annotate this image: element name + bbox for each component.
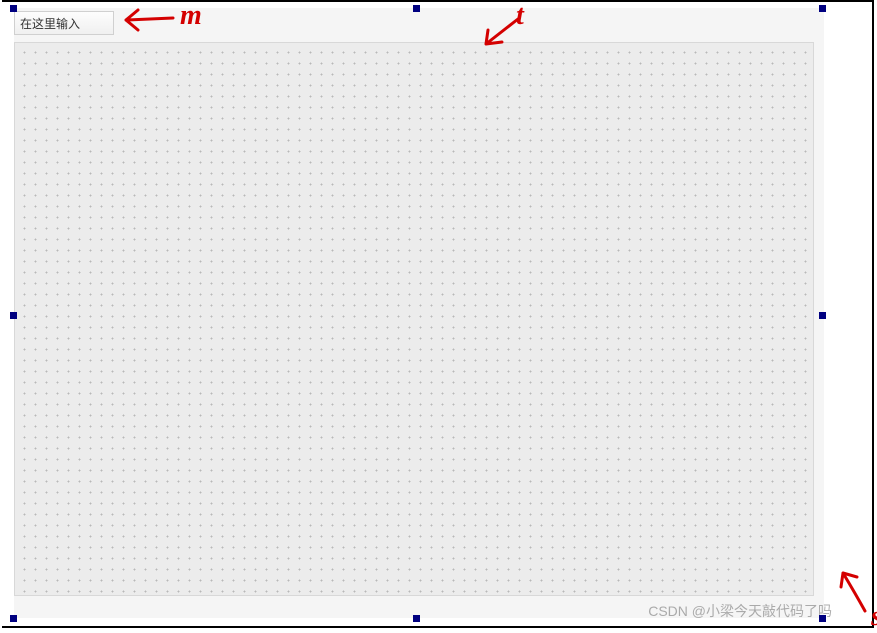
resize-handle-middle-left[interactable]: [10, 312, 17, 319]
resize-handle-bottom-middle[interactable]: [413, 615, 420, 622]
resize-handle-top-left[interactable]: [10, 5, 17, 12]
input-label-text: 在这里输入: [20, 17, 80, 31]
resize-handle-middle-right[interactable]: [819, 312, 826, 319]
resize-handle-top-middle[interactable]: [413, 5, 420, 12]
resize-handle-bottom-left[interactable]: [10, 615, 17, 622]
resize-handle-top-right[interactable]: [819, 5, 826, 12]
text-input-widget[interactable]: 在这里输入: [14, 11, 114, 35]
watermark-text: CSDN @小梁今天敲代码了吗: [648, 601, 832, 621]
form-design-surface[interactable]: [14, 42, 814, 596]
